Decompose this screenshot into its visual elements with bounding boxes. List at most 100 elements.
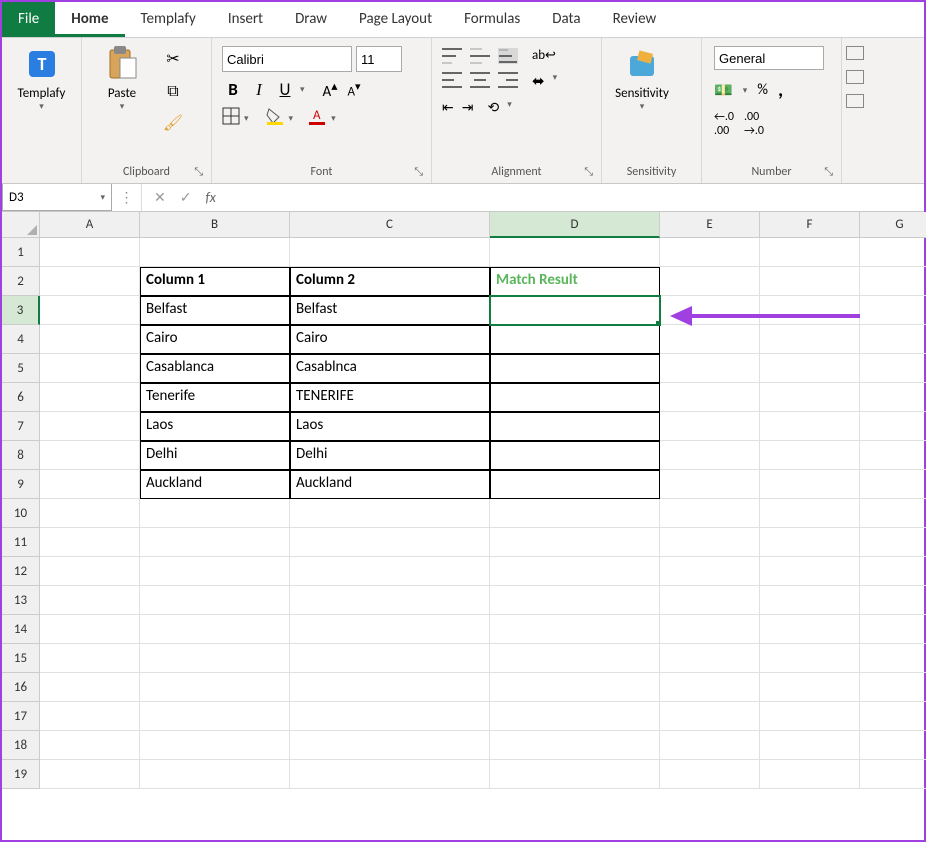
currency-button[interactable]: 💵 bbox=[714, 81, 733, 100]
cell-C10[interactable] bbox=[290, 499, 490, 528]
row-header-13[interactable]: 13 bbox=[2, 586, 40, 615]
cell-C8[interactable]: Delhi bbox=[290, 441, 490, 470]
cell-E17[interactable] bbox=[660, 702, 760, 731]
orientation-button[interactable]: ⟲ bbox=[487, 99, 499, 116]
increase-indent-button[interactable]: ⇥ bbox=[462, 99, 474, 116]
cell-F3[interactable] bbox=[760, 296, 860, 325]
cell-D1[interactable] bbox=[490, 238, 660, 267]
cell-A7[interactable] bbox=[40, 412, 140, 441]
cell-G13[interactable] bbox=[860, 586, 926, 615]
cell-G11[interactable] bbox=[860, 528, 926, 557]
tab-insert[interactable]: Insert bbox=[212, 2, 279, 37]
cell-G2[interactable] bbox=[860, 267, 926, 296]
cell-A15[interactable] bbox=[40, 644, 140, 673]
row-header-9[interactable]: 9 bbox=[2, 470, 40, 499]
row-header-14[interactable]: 14 bbox=[2, 615, 40, 644]
cell-F15[interactable] bbox=[760, 644, 860, 673]
cell-F17[interactable] bbox=[760, 702, 860, 731]
cell-D4[interactable] bbox=[490, 325, 660, 354]
cell-A17[interactable] bbox=[40, 702, 140, 731]
cell-G3[interactable] bbox=[860, 296, 926, 325]
align-left-button[interactable] bbox=[442, 72, 462, 88]
cell-E19[interactable] bbox=[660, 760, 760, 789]
cell-D15[interactable] bbox=[490, 644, 660, 673]
row-header-16[interactable]: 16 bbox=[2, 673, 40, 702]
row-header-3[interactable]: 3 bbox=[2, 296, 40, 325]
tab-templafy[interactable]: Templafy bbox=[125, 2, 212, 37]
cell-D14[interactable] bbox=[490, 615, 660, 644]
cell-A4[interactable] bbox=[40, 325, 140, 354]
cell-F2[interactable] bbox=[760, 267, 860, 296]
cell-C18[interactable] bbox=[290, 731, 490, 760]
cell-G12[interactable] bbox=[860, 557, 926, 586]
cell-D11[interactable] bbox=[490, 528, 660, 557]
cell-F9[interactable] bbox=[760, 470, 860, 499]
cell-E3[interactable] bbox=[660, 296, 760, 325]
copy-button[interactable]: ⧉ bbox=[160, 78, 186, 104]
increase-decimal-button[interactable]: ←.0.00 bbox=[714, 110, 734, 138]
cell-D2[interactable]: Match Result bbox=[490, 267, 660, 296]
cell-C12[interactable] bbox=[290, 557, 490, 586]
cell-B10[interactable] bbox=[140, 499, 290, 528]
align-center-button[interactable] bbox=[470, 72, 490, 88]
row-header-15[interactable]: 15 bbox=[2, 644, 40, 673]
merge-button[interactable]: ⬌ bbox=[532, 72, 545, 91]
comma-button[interactable]: , bbox=[778, 78, 783, 102]
cell-B12[interactable] bbox=[140, 557, 290, 586]
tab-page-layout[interactable]: Page Layout bbox=[343, 2, 448, 37]
row-header-19[interactable]: 19 bbox=[2, 760, 40, 789]
col-header-E[interactable]: E bbox=[660, 212, 760, 238]
cell-D13[interactable] bbox=[490, 586, 660, 615]
cell-B8[interactable]: Delhi bbox=[140, 441, 290, 470]
col-header-F[interactable]: F bbox=[760, 212, 860, 238]
cell-B3[interactable]: Belfast bbox=[140, 296, 290, 325]
fill-color-button[interactable] bbox=[265, 107, 285, 129]
cell-B1[interactable] bbox=[140, 238, 290, 267]
row-header-7[interactable]: 7 bbox=[2, 412, 40, 441]
cell-C4[interactable]: Cairo bbox=[290, 325, 490, 354]
bold-button[interactable]: B bbox=[222, 79, 244, 100]
cell-A1[interactable] bbox=[40, 238, 140, 267]
cell-B19[interactable] bbox=[140, 760, 290, 789]
cell-D19[interactable] bbox=[490, 760, 660, 789]
tab-formulas[interactable]: Formulas bbox=[448, 2, 536, 37]
cell-A10[interactable] bbox=[40, 499, 140, 528]
cell-A14[interactable] bbox=[40, 615, 140, 644]
row-header-2[interactable]: 2 bbox=[2, 267, 40, 296]
overflow-item-1[interactable] bbox=[846, 46, 864, 60]
decrease-indent-button[interactable]: ⇤ bbox=[442, 99, 454, 116]
row-header-18[interactable]: 18 bbox=[2, 731, 40, 760]
cell-C3[interactable]: Belfast bbox=[290, 296, 490, 325]
cell-C7[interactable]: Laos bbox=[290, 412, 490, 441]
cell-B4[interactable]: Cairo bbox=[140, 325, 290, 354]
align-bottom-button[interactable] bbox=[498, 48, 518, 64]
cell-B9[interactable]: Auckland bbox=[140, 470, 290, 499]
cell-G19[interactable] bbox=[860, 760, 926, 789]
cell-A3[interactable] bbox=[40, 296, 140, 325]
cell-C19[interactable] bbox=[290, 760, 490, 789]
cell-G17[interactable] bbox=[860, 702, 926, 731]
cell-F14[interactable] bbox=[760, 615, 860, 644]
row-header-4[interactable]: 4 bbox=[2, 325, 40, 354]
row-header-8[interactable]: 8 bbox=[2, 441, 40, 470]
font-launcher[interactable]: ⤡ bbox=[414, 165, 423, 179]
cell-C1[interactable] bbox=[290, 238, 490, 267]
row-header-12[interactable]: 12 bbox=[2, 557, 40, 586]
cell-B16[interactable] bbox=[140, 673, 290, 702]
col-header-A[interactable]: A bbox=[40, 212, 140, 238]
cell-D6[interactable] bbox=[490, 383, 660, 412]
cell-E15[interactable] bbox=[660, 644, 760, 673]
cell-C16[interactable] bbox=[290, 673, 490, 702]
cell-F12[interactable] bbox=[760, 557, 860, 586]
align-middle-button[interactable] bbox=[470, 48, 490, 64]
cell-C11[interactable] bbox=[290, 528, 490, 557]
cell-C14[interactable] bbox=[290, 615, 490, 644]
col-header-D[interactable]: D bbox=[490, 212, 660, 238]
cell-D12[interactable] bbox=[490, 557, 660, 586]
tab-home[interactable]: Home bbox=[55, 2, 124, 37]
tab-review[interactable]: Review bbox=[597, 2, 673, 37]
cell-E14[interactable] bbox=[660, 615, 760, 644]
formula-input[interactable] bbox=[228, 184, 924, 211]
cell-A5[interactable] bbox=[40, 354, 140, 383]
cell-E16[interactable] bbox=[660, 673, 760, 702]
